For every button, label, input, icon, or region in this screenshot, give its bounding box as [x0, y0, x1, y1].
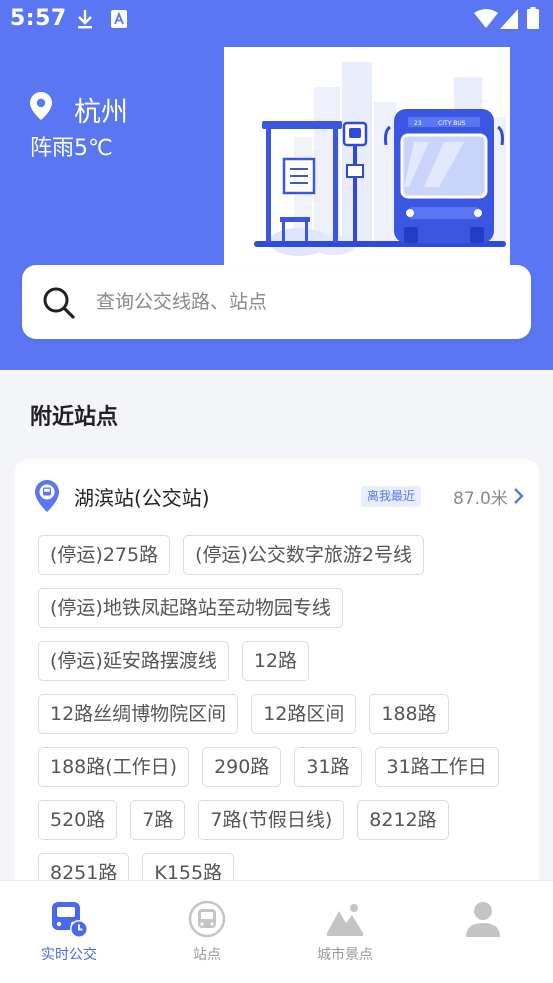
route-tag[interactable]: 7路(节假日线): [198, 800, 345, 840]
tab-label: 城市景点: [317, 947, 373, 963]
nearest-badge: 离我最近: [361, 486, 422, 507]
user-icon: [466, 902, 500, 937]
route-number: 23: [414, 120, 422, 127]
bus-stop-icon: [188, 900, 226, 938]
route-tag[interactable]: 290路: [202, 747, 282, 787]
station-card[interactable]: 湖滨站(公交站) 离我最近 87.0米 (停运)275路 (停运)公交数字旅游2…: [15, 460, 539, 900]
route-tags: (停运)275路 (停运)公交数字旅游2号线 (停运)地铁凤起路站至动物园专线 …: [38, 535, 526, 900]
battery-icon: [527, 7, 539, 29]
route-tag[interactable]: 12路丝绸博物院区间: [38, 694, 239, 734]
location-pin-icon: [30, 92, 52, 120]
status-bar: 5:57: [0, 0, 553, 40]
route-tag[interactable]: (停运)275路: [38, 535, 171, 575]
tab-label: 站点: [193, 947, 221, 963]
route-tag[interactable]: (停运)公交数字旅游2号线: [183, 535, 425, 575]
bus-sign: CITY BUS: [438, 120, 466, 127]
route-tag[interactable]: 12路区间: [251, 694, 357, 734]
bottom-tab-bar: 实时公交 站点 城市景点: [0, 880, 553, 983]
station-distance: 87.0米: [453, 489, 508, 509]
nearby-stations-title: 附近站点: [30, 405, 119, 430]
route-tag[interactable]: 520路: [38, 800, 118, 840]
route-tag[interactable]: (停运)延安路摆渡线: [38, 641, 229, 681]
route-tag[interactable]: 8212路: [357, 800, 449, 840]
tab-city-scenic[interactable]: 城市景点: [276, 881, 414, 983]
station-name: 湖滨站(公交站): [74, 486, 210, 510]
bus-clock-icon: [52, 902, 88, 938]
chevron-right-icon[interactable]: [512, 487, 524, 505]
route-tag[interactable]: (停运)地铁凤起路站至动物园专线: [38, 588, 343, 628]
tab-stations[interactable]: 站点: [138, 881, 276, 983]
bus-stop-illustration: 23 CITY BUS: [224, 47, 510, 265]
weather-text: 阵雨5℃: [30, 136, 113, 161]
search-input[interactable]: [96, 283, 506, 321]
route-tag[interactable]: 188路(工作日): [38, 747, 190, 787]
download-icon: [78, 10, 92, 29]
bus-station-pin-icon: [35, 480, 59, 512]
route-tag[interactable]: 7路: [130, 800, 186, 840]
wifi-icon: [474, 9, 498, 28]
search-bar[interactable]: [22, 265, 531, 339]
route-tag[interactable]: 31路: [294, 747, 362, 787]
route-tag[interactable]: 188路: [369, 694, 449, 734]
tab-realtime-bus[interactable]: 实时公交: [0, 881, 138, 983]
route-tag[interactable]: 31路工作日: [374, 747, 499, 787]
app-notification-icon: [111, 10, 127, 28]
tab-label: 实时公交: [41, 947, 97, 963]
tab-profile[interactable]: [414, 881, 552, 983]
mountain-icon: [327, 904, 363, 936]
status-time: 5:57: [10, 6, 67, 31]
search-icon: [43, 287, 75, 319]
city-name: 杭州: [74, 97, 128, 128]
route-tag[interactable]: 12路: [241, 641, 310, 681]
signal-icon: [500, 9, 518, 29]
